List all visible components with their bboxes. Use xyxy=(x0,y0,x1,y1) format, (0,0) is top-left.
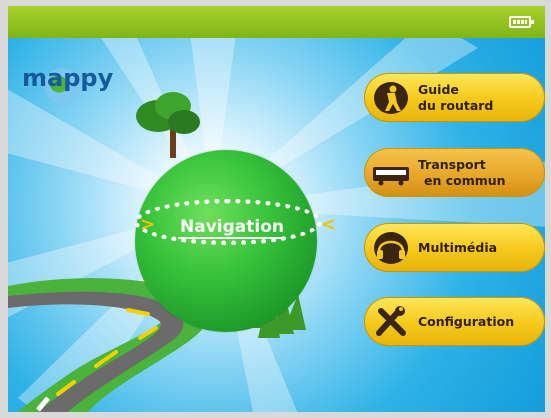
guide-du-routard-button[interactable]: Guide du routard xyxy=(364,73,545,122)
status-bar xyxy=(8,6,545,38)
main-menu: mappy Navigation > < Guide du routard Tr… xyxy=(8,38,545,412)
multimedia-button[interactable]: Multimédia xyxy=(364,223,545,272)
guide-line1: Guide xyxy=(418,81,459,97)
configuration-button[interactable]: Configuration xyxy=(364,297,545,346)
chevron-right-icon: < xyxy=(321,214,337,235)
headphones-icon xyxy=(374,232,408,264)
tools-icon xyxy=(376,306,406,336)
device-screen: mappy Navigation > < Guide du routard Tr… xyxy=(0,0,551,418)
transport-line1: Transport xyxy=(418,156,486,172)
transport-line2: en commun xyxy=(424,172,506,188)
bus-icon xyxy=(373,167,409,186)
backpacker-icon xyxy=(374,82,408,114)
transport-en-commun-button[interactable]: Transport en commun xyxy=(364,148,545,197)
multimedia-label: Multimédia xyxy=(418,239,498,255)
logo-text: mappy xyxy=(22,64,114,92)
selection-focus-ring xyxy=(134,199,322,245)
guide-line2: du routard xyxy=(418,97,494,113)
mappy-logo: mappy xyxy=(22,64,114,110)
battery-icon xyxy=(509,16,534,28)
configuration-label: Configuration xyxy=(418,313,515,329)
